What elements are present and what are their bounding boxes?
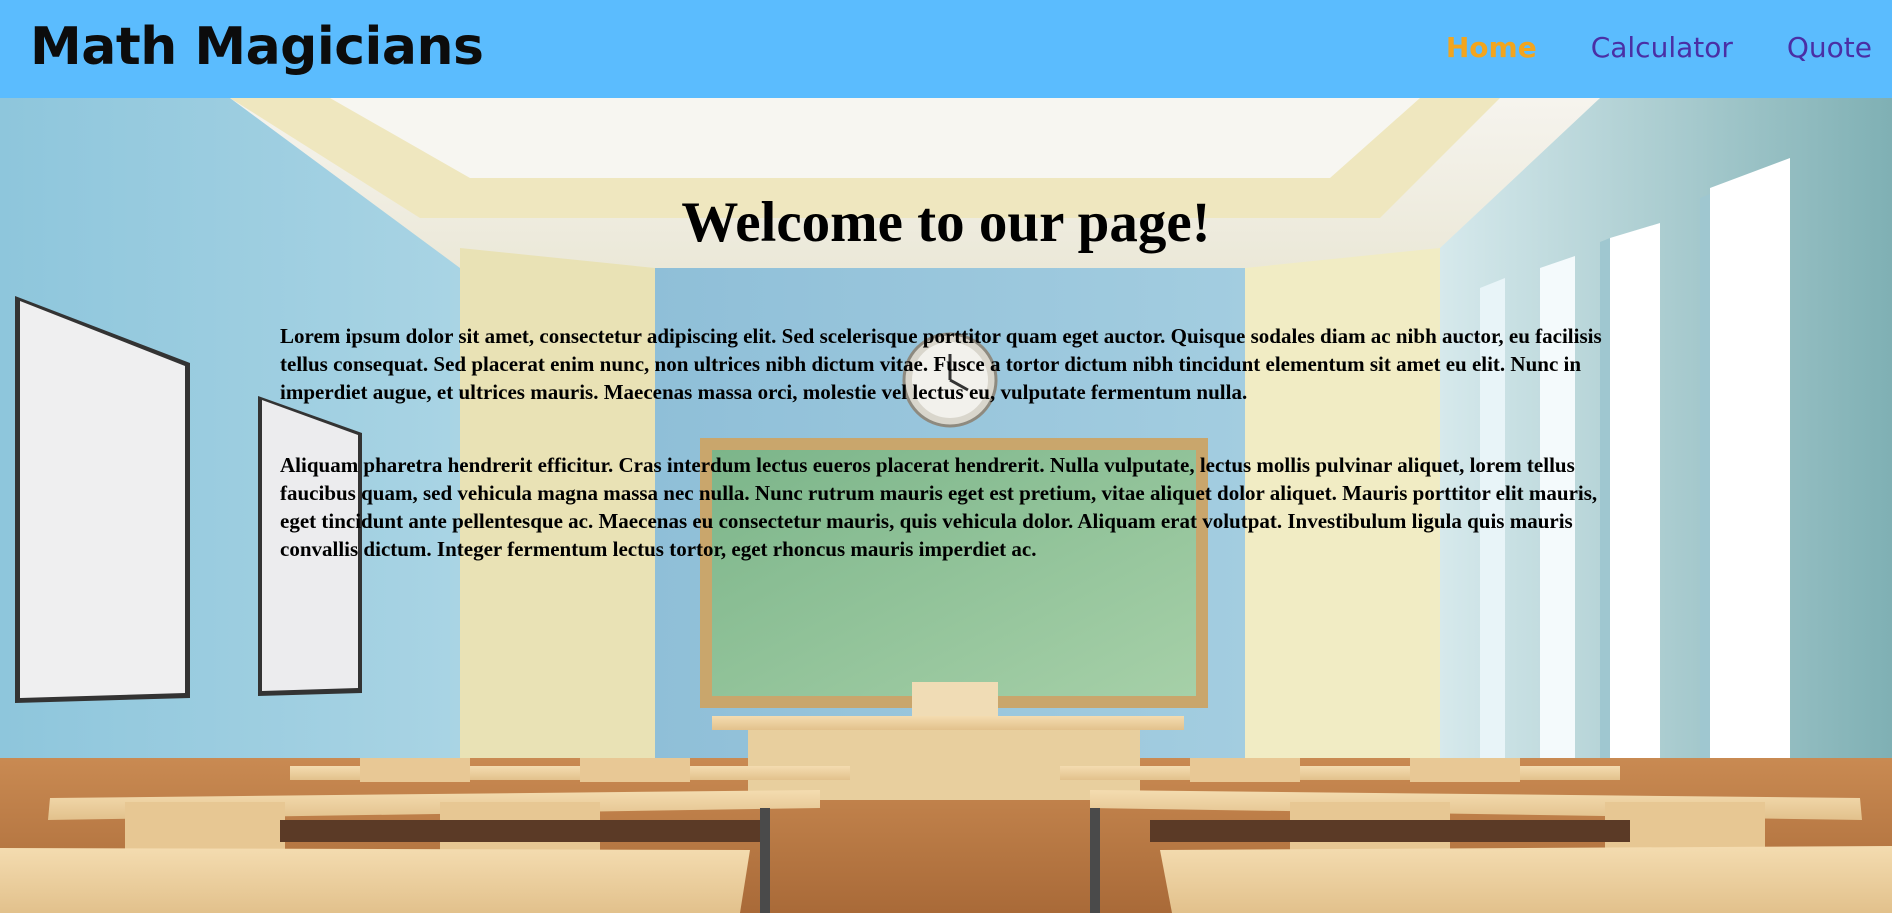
nav-link-quote[interactable]: Quote <box>1787 28 1872 68</box>
header-bar: Math Magicians Home Calculator Quote <box>0 0 1892 98</box>
intro-paragraph-1: Lorem ipsum dolor sit amet, consectetur … <box>280 324 1602 404</box>
main-content: Welcome to our page! Lorem ipsum dolor s… <box>0 98 1892 913</box>
welcome-heading: Welcome to our page! <box>681 191 1211 254</box>
brand-title: Math Magicians <box>30 17 484 77</box>
nav-link-calculator[interactable]: Calculator <box>1591 28 1733 68</box>
page: Math Magicians Home Calculator Quote Wel… <box>0 0 1892 913</box>
nav-link-home[interactable]: Home <box>1446 28 1537 68</box>
intro-paragraph-2: Aliquam pharetra hendrerit efficitur. Cr… <box>280 453 1598 561</box>
main-nav: Home Calculator Quote <box>1446 28 1872 68</box>
